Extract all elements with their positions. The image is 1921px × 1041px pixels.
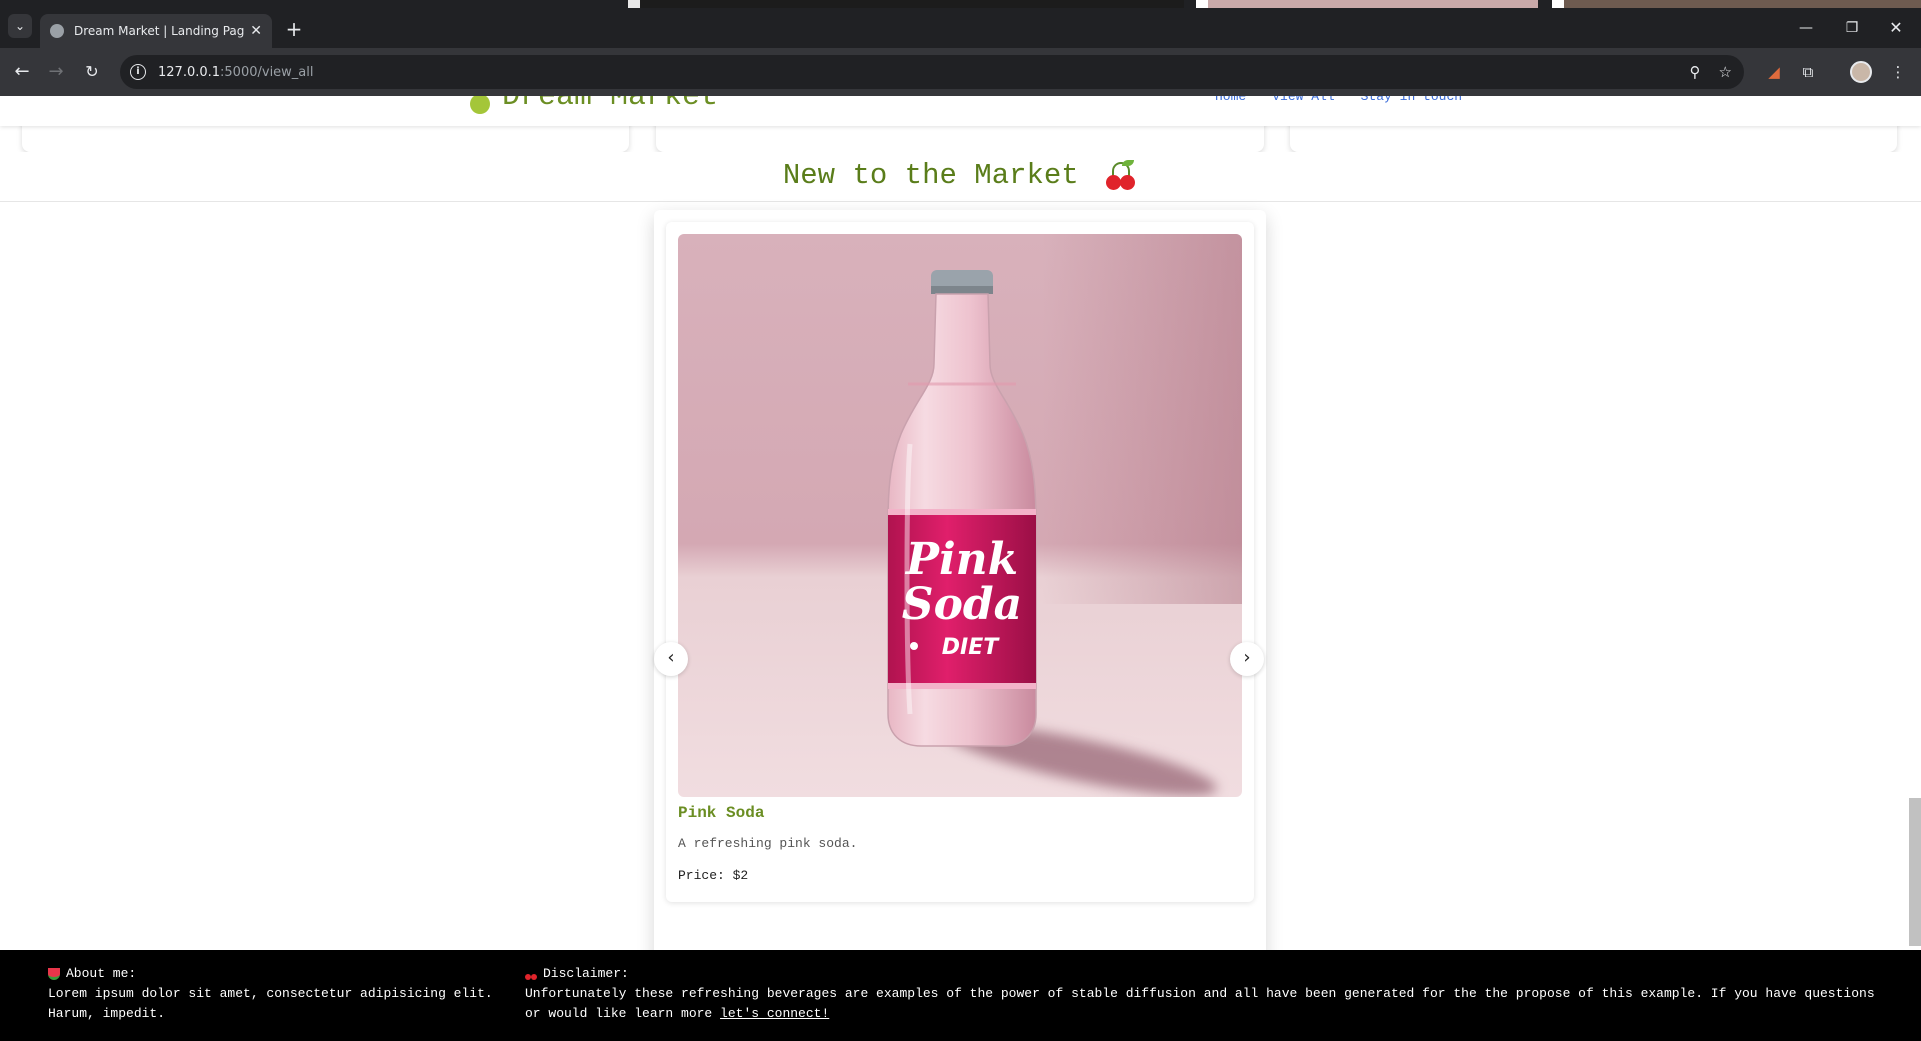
url-host: 127.0.0.1 — [158, 64, 221, 80]
lime-icon — [470, 96, 490, 114]
product-name: Pink Soda — [678, 804, 765, 822]
brand-logo[interactable]: Dream Market — [470, 96, 718, 114]
zoom-icon[interactable]: ⚲ — [1690, 63, 1701, 81]
background-window-peek — [1552, 0, 1921, 8]
site-nav: Home View All Stay in touch — [1215, 96, 1462, 104]
brand-name: Dream Market — [502, 96, 719, 114]
footer-about: About me: Lorem ipsum dolor sit amet, co… — [48, 964, 498, 1024]
window-top-strip — [0, 0, 1921, 8]
restore-button[interactable]: ❐ — [1832, 16, 1872, 40]
site-header: Dream Market Home View All Stay in touch — [0, 96, 1921, 126]
product-image: Pink Soda DIET — [678, 234, 1242, 797]
soda-bottle-illustration: Pink Soda DIET — [887, 270, 1037, 747]
chevron-down-icon: ⌄ — [14, 19, 26, 33]
chevron-right-icon: › — [1243, 647, 1251, 668]
page-scrollbar-thumb[interactable] — [1909, 798, 1921, 946]
chevron-left-icon: ‹ — [667, 647, 675, 668]
nav-link-stay-in-touch[interactable]: Stay in touch — [1361, 96, 1462, 104]
product-description: A refreshing pink soda. — [678, 836, 858, 851]
reload-button[interactable]: ↻ — [80, 60, 104, 84]
footer-disclaimer: Disclaimer: Unfortunately these refreshi… — [525, 964, 1885, 1024]
profile-avatar[interactable] — [1850, 61, 1872, 83]
address-bar[interactable]: i 127.0.0.1:5000/view_all ⚲ ☆ — [120, 55, 1744, 89]
extension-icon[interactable]: ◢ — [1762, 60, 1786, 84]
browser-toolbar: ← → ↻ i 127.0.0.1:5000/view_all ⚲ ☆ ◢ ⧉ … — [0, 48, 1921, 96]
new-tab-button[interactable]: + — [282, 18, 306, 42]
bookmark-star-icon[interactable]: ☆ — [1719, 63, 1732, 81]
label-text-2: Soda — [902, 579, 1022, 630]
nav-link-view-all[interactable]: View All — [1272, 96, 1334, 104]
disclaimer-heading: Disclaimer: — [543, 966, 629, 981]
connect-link[interactable]: let's connect! — [720, 1006, 829, 1021]
site-footer: About me: Lorem ipsum dolor sit amet, co… — [0, 950, 1921, 1041]
back-button[interactable]: ← — [10, 60, 34, 84]
section-title: New to the Market — [0, 159, 1921, 192]
product-price: Price: $2 — [678, 868, 749, 883]
label-text-1: Pink — [904, 534, 1018, 585]
product-carousel: Pink Soda DIET Pink Soda A refreshing pi… — [654, 210, 1266, 1014]
minimize-button[interactable]: — — [1786, 16, 1826, 40]
forward-button[interactable]: → — [44, 60, 68, 84]
carousel-next-button[interactable]: › — [1230, 642, 1264, 676]
about-heading: About me: — [66, 966, 137, 981]
section-title-bar: New to the Market — [0, 152, 1921, 202]
browser-tab-active[interactable]: Dream Market | Landing Page ✕ — [40, 14, 272, 48]
background-window-peek — [1196, 0, 1538, 8]
close-icon[interactable]: ✕ — [250, 23, 262, 39]
watermelon-icon — [48, 968, 60, 980]
tab-bar: ⌄ Dream Market | Landing Page ✕ + — ❐ ✕ — [0, 8, 1921, 48]
background-window-peek — [628, 0, 1184, 8]
url-path: :5000/view_all — [220, 64, 314, 80]
label-text-3: DIET — [942, 635, 1000, 660]
disclaimer-paragraph: Unfortunately these refreshing beverages… — [525, 984, 1885, 1024]
product-card[interactable]: Pink Soda DIET Pink Soda A refreshing pi… — [666, 222, 1254, 902]
section-title-text: New to the Market — [782, 159, 1079, 192]
tab-search-button[interactable]: ⌄ — [8, 14, 32, 38]
tab-title: Dream Market | Landing Page — [74, 24, 245, 38]
nav-link-home[interactable]: Home — [1215, 96, 1246, 104]
cherry-icon — [1104, 160, 1138, 191]
browser-menu-icon[interactable]: ⋮ — [1886, 60, 1910, 84]
page-viewport: Dream Market Home View All Stay in touch… — [0, 96, 1921, 1041]
cherry-icon — [525, 968, 537, 980]
extensions-puzzle-icon[interactable]: ⧉ — [1796, 60, 1820, 84]
globe-icon — [50, 24, 64, 38]
carousel-prev-button[interactable]: ‹ — [654, 642, 688, 676]
info-icon[interactable]: i — [130, 64, 146, 80]
close-window-button[interactable]: ✕ — [1876, 16, 1916, 40]
about-text: Lorem ipsum dolor sit amet, consectetur … — [48, 986, 493, 1021]
